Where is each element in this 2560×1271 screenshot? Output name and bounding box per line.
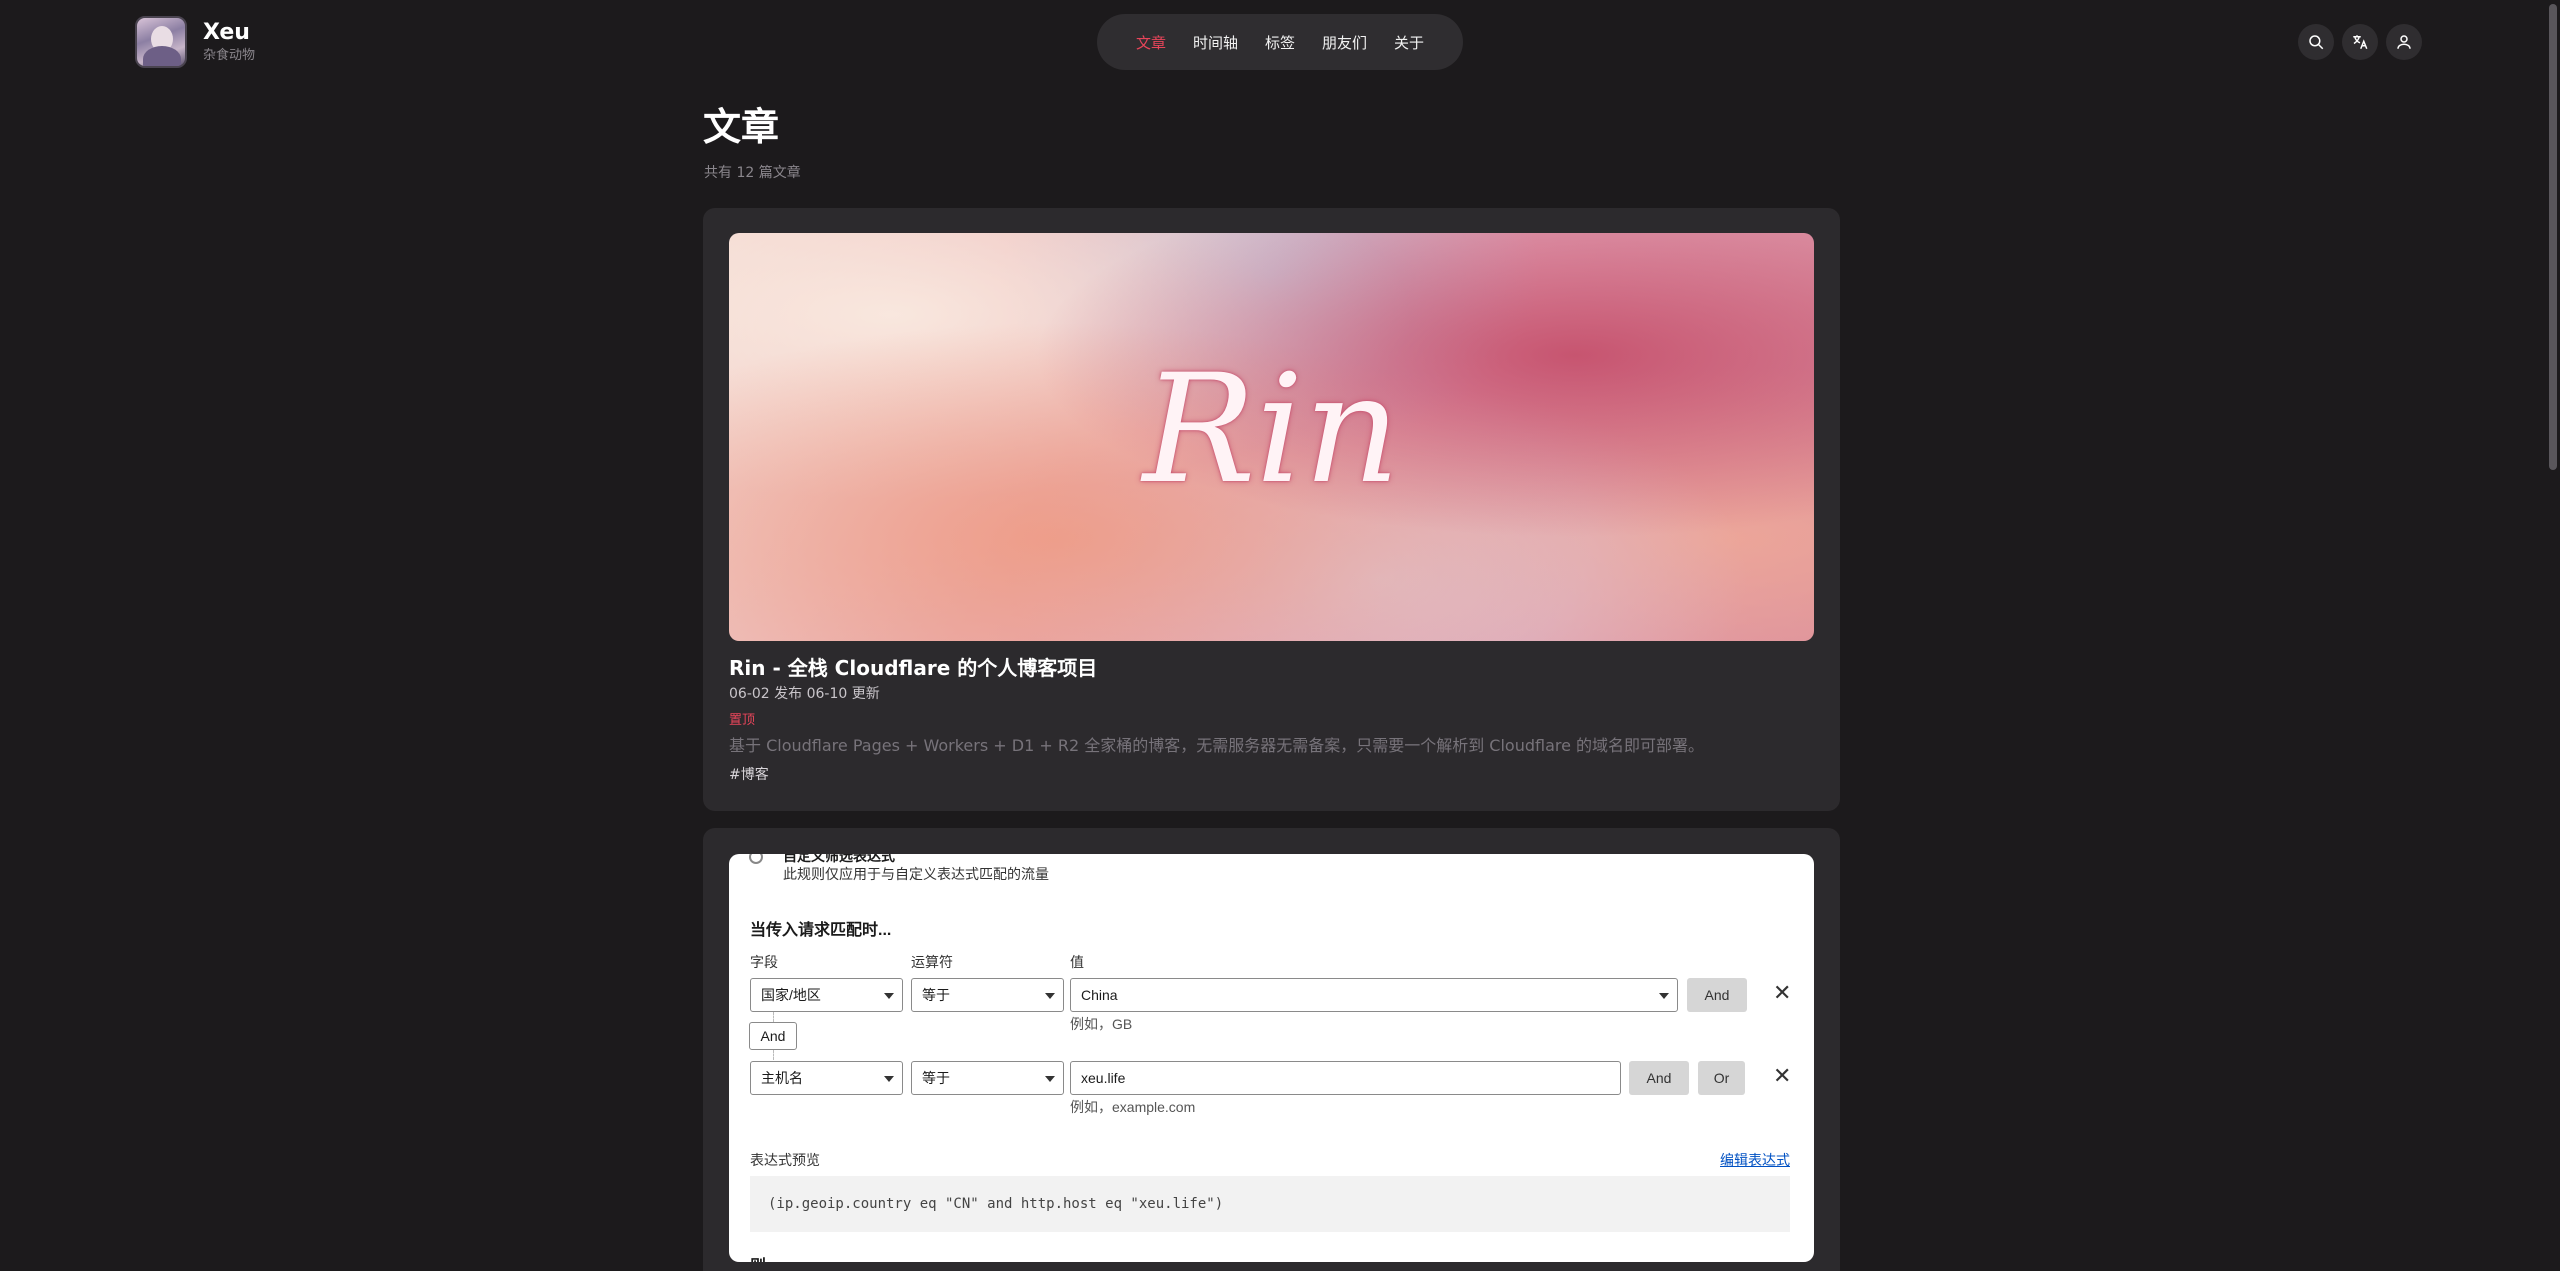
page: Xeu 杂食动物 文章 时间轴 标签 朋友们 关于 文章 共有 12 篇文章 R…: [0, 0, 2560, 1271]
close-icon: ✕: [1773, 1063, 1792, 1088]
operator-select-value: 等于: [922, 987, 950, 1003]
user-button[interactable]: [2386, 24, 2422, 60]
brand-text: Xeu 杂食动物: [203, 19, 255, 65]
page-title: 文章: [703, 105, 780, 149]
then-label: 则...: [750, 1252, 779, 1262]
cover-title-art: Rin: [1142, 343, 1401, 517]
nav-item-articles[interactable]: 文章: [1136, 32, 1166, 53]
operator-column-label: 运算符: [911, 954, 953, 970]
value-hint: 例如，example.com: [1070, 1099, 1196, 1115]
operator-select: 等于: [911, 1061, 1064, 1095]
scrollbar-thumb[interactable]: [2549, 4, 2557, 470]
scrollbar[interactable]: [2546, 0, 2560, 1271]
post-cover-image[interactable]: Rin: [729, 233, 1814, 641]
brand-subtitle: 杂食动物: [203, 48, 256, 63]
nav-item-tags[interactable]: 标签: [1265, 32, 1295, 53]
field-select: 主机名: [750, 1061, 903, 1095]
rule-subtitle: 此规则仅应用于与自定义表达式匹配的流量: [783, 866, 1049, 882]
and-button: And: [1629, 1061, 1689, 1095]
radio-button: [749, 854, 763, 864]
translate-icon: [2353, 35, 2368, 50]
post-description: 基于 Cloudflare Pages + Workers + D1 + R2 …: [729, 736, 1705, 755]
edit-expression-link: 编辑表达式: [1720, 1152, 1790, 1168]
brand-name[interactable]: Xeu: [203, 19, 255, 47]
and-chip: And: [749, 1022, 797, 1050]
avatar[interactable]: [135, 16, 187, 68]
brand[interactable]: Xeu 杂食动物: [135, 16, 255, 68]
field-select-value: 国家/地区: [761, 987, 821, 1003]
value-hint: 例如，GB: [1070, 1016, 1133, 1032]
caret-down-icon: [1045, 993, 1055, 999]
expression-preview-label: 表达式预览: [750, 1152, 820, 1168]
value-select-value: China: [1081, 987, 1118, 1003]
caret-down-icon: [884, 1076, 894, 1082]
pinned-badge: 置顶: [729, 713, 756, 728]
connector-line: [773, 1050, 774, 1060]
caret-down-icon: [884, 993, 894, 999]
expression-text: (ip.geoip.country eq "CN" and http.host …: [768, 1196, 1224, 1212]
expression-preview: (ip.geoip.country eq "CN" and http.host …: [750, 1176, 1790, 1232]
language-button[interactable]: [2342, 24, 2378, 60]
post-cover-screenshot[interactable]: 自定义筛选表达式 此规则仅应用于与自定义表达式匹配的流量 当传入请求匹配时...…: [729, 854, 1814, 1262]
field-column-label: 字段: [750, 954, 778, 970]
search-icon: [2309, 35, 2324, 50]
nav-item-friends[interactable]: 朋友们: [1322, 32, 1367, 53]
close-icon: ✕: [1773, 980, 1792, 1005]
nav-item-timeline[interactable]: 时间轴: [1193, 32, 1238, 53]
value-column-label: 值: [1070, 954, 1084, 970]
main-nav: 文章 时间轴 标签 朋友们 关于: [1097, 14, 1463, 70]
post-card[interactable]: 自定义筛选表达式 此规则仅应用于与自定义表达式匹配的流量 当传入请求匹配时...…: [703, 828, 1840, 1271]
post-title[interactable]: Rin - 全栈 Cloudflare 的个人博客项目: [729, 652, 1097, 681]
header-actions: [2298, 24, 2422, 60]
value-input-text: xeu.life: [1081, 1070, 1126, 1086]
operator-select-value: 等于: [922, 1070, 950, 1086]
field-select: 国家/地区: [750, 978, 903, 1012]
and-button: And: [1687, 978, 1747, 1012]
operator-select: 等于: [911, 978, 1064, 1012]
caret-down-icon: [1045, 1076, 1055, 1082]
post-card[interactable]: Rin Rin - 全栈 Cloudflare 的个人博客项目 06-02 发布…: [703, 208, 1840, 811]
nav-item-about[interactable]: 关于: [1394, 32, 1424, 53]
search-button[interactable]: [2298, 24, 2334, 60]
value-input: xeu.life: [1070, 1061, 1621, 1095]
value-select: China: [1070, 978, 1678, 1012]
or-button: Or: [1698, 1061, 1745, 1095]
user-icon: [2397, 35, 2411, 49]
post-tag[interactable]: #博客: [729, 764, 769, 784]
field-select-value: 主机名: [761, 1070, 803, 1086]
connector-line: [773, 1012, 774, 1022]
post-dates: 06-02 发布 06-10 更新: [729, 686, 880, 702]
when-label: 当传入请求匹配时...: [750, 922, 892, 939]
caret-down-icon: [1659, 993, 1669, 999]
article-count: 共有 12 篇文章: [704, 165, 801, 181]
